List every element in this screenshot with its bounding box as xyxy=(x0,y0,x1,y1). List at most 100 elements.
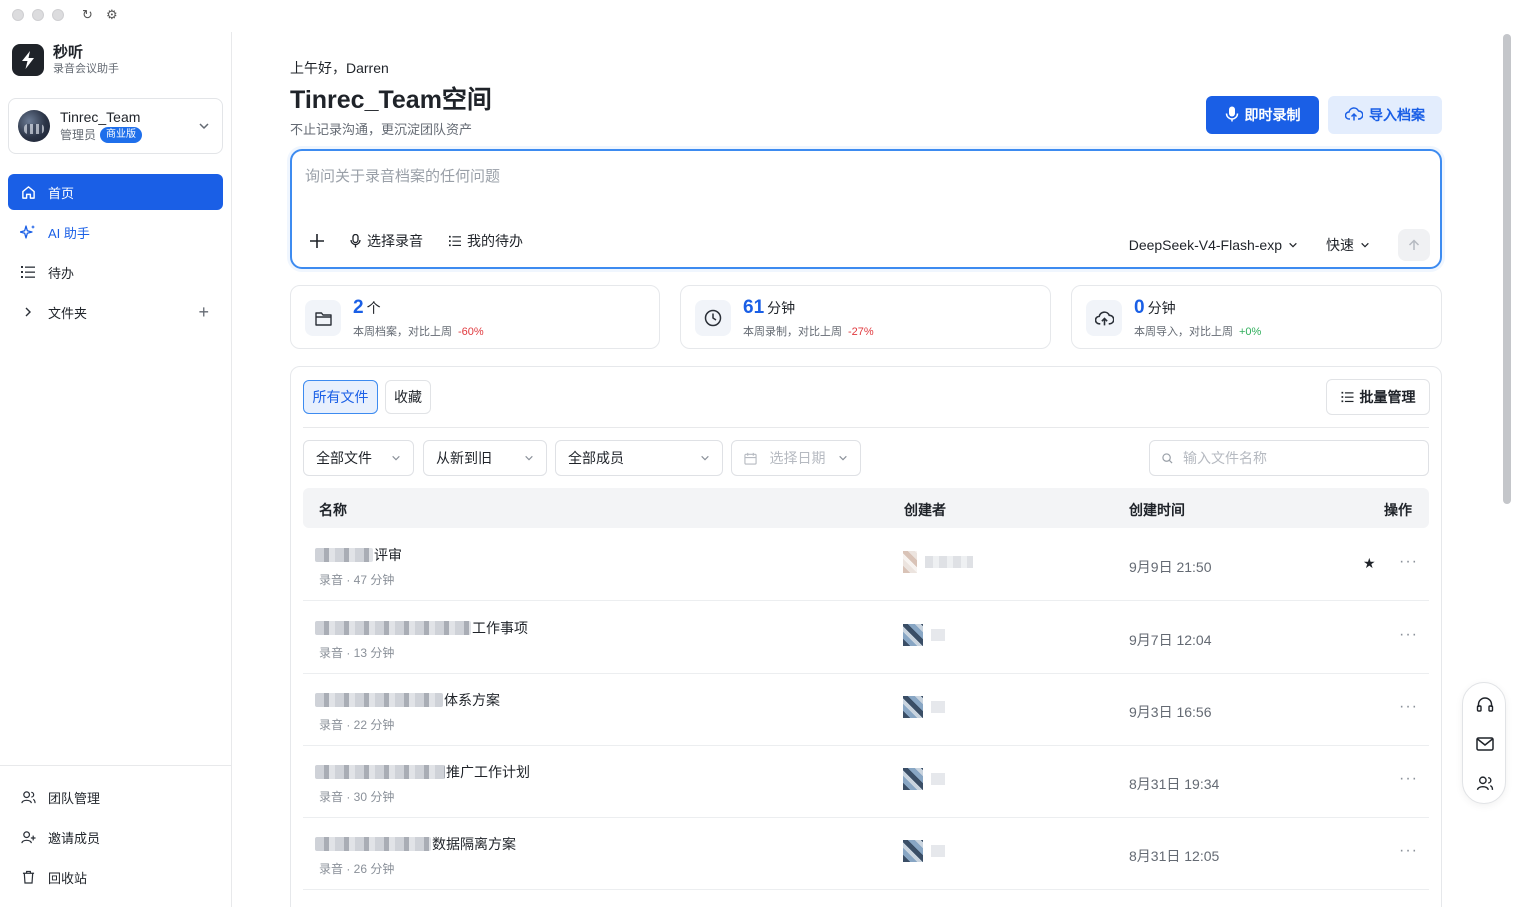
plus-icon xyxy=(310,234,324,248)
mail-icon[interactable] xyxy=(1475,734,1495,754)
my-todos-button[interactable]: 我的待办 xyxy=(449,231,523,251)
brand: 秒听 录音会议助手 xyxy=(12,44,119,76)
table-row[interactable]: 数据隔离方案 录音 · 26 分钟 8月31日 12:05 ··· xyxy=(303,818,1429,890)
add-folder-icon[interactable]: + xyxy=(198,302,209,323)
nav-item-folders[interactable]: 文件夹 + xyxy=(8,294,223,330)
window-minimize-button[interactable] xyxy=(32,9,44,21)
sidebar: 秒听 录音会议助手 Tinrec_Team 管理员 商业版 首页 AI 助手 待… xyxy=(0,32,232,907)
mode-select[interactable]: 快速 xyxy=(1326,235,1370,255)
nav-item-label: 首页 xyxy=(48,185,75,201)
batch-manage-button[interactable]: 批量管理 xyxy=(1326,379,1430,415)
tab-all-files[interactable]: 所有文件 xyxy=(303,380,378,414)
stat-unit: 分钟 xyxy=(1147,300,1176,316)
window-close-button[interactable] xyxy=(12,9,24,21)
chevron-down-icon xyxy=(839,455,847,461)
nav-item-label: AI 助手 xyxy=(48,225,90,241)
redacted-text xyxy=(925,556,973,568)
file-name: 数据隔离方案 xyxy=(432,836,516,852)
list-icon xyxy=(449,235,461,247)
more-options-icon[interactable]: ··· xyxy=(1399,842,1418,860)
redacted-text xyxy=(931,773,945,785)
floating-support-bar xyxy=(1462,682,1506,804)
file-meta: 录音 · 22 分钟 xyxy=(319,718,395,732)
file-search-input[interactable]: 输入文件名称 xyxy=(1149,440,1429,476)
nav-item-team-management[interactable]: 团队管理 xyxy=(8,779,223,815)
team-icon xyxy=(20,789,36,805)
list-icon xyxy=(1341,391,1353,403)
window-zoom-button[interactable] xyxy=(52,9,64,21)
import-archive-button[interactable]: 导入档案 xyxy=(1328,96,1442,134)
chevron-right-icon xyxy=(20,304,36,320)
column-name: 名称 xyxy=(319,502,347,518)
created-time: 8月31日 12:05 xyxy=(1129,848,1220,864)
main-scrollbar[interactable] xyxy=(1503,34,1511,504)
settings-gear-icon[interactable]: ⚙ xyxy=(106,8,118,22)
select-recording-button[interactable]: 选择录音 xyxy=(350,231,423,251)
team-avatar xyxy=(18,110,50,142)
star-icon[interactable]: ★ xyxy=(1363,555,1376,572)
nav-item-ai-assistant[interactable]: AI 助手 xyxy=(8,214,223,250)
column-created-time: 创建时间 xyxy=(1129,502,1185,518)
headset-icon[interactable] xyxy=(1475,695,1495,715)
created-time: 9月3日 16:56 xyxy=(1129,704,1212,720)
more-options-icon[interactable]: ··· xyxy=(1399,553,1418,571)
add-attachment-button[interactable] xyxy=(310,234,324,248)
avatar xyxy=(903,840,923,862)
table-row[interactable]: 体系方案 录音 · 22 分钟 9月3日 16:56 ··· xyxy=(303,674,1429,746)
file-name: 工作事项 xyxy=(472,620,528,636)
stat-change: -60% xyxy=(458,326,484,338)
ask-input[interactable]: 询问关于录音档案的任何问题 xyxy=(305,165,500,186)
nav-item-trash[interactable]: 回收站 xyxy=(8,859,223,895)
main-content: 上午好，Darren Tinrec_Team空间 不止记录沟通，更沉淀团队资产 … xyxy=(232,32,1502,907)
more-options-icon[interactable]: ··· xyxy=(1399,698,1418,716)
stat-desc: 本周录制，对比上周 xyxy=(743,326,842,338)
file-meta: 录音 · 13 分钟 xyxy=(319,646,395,660)
app-name: 秒听 xyxy=(53,44,84,61)
community-icon[interactable] xyxy=(1475,773,1495,793)
nav-item-home[interactable]: 首页 xyxy=(8,174,223,210)
team-name: Tinrec_Team xyxy=(60,109,141,125)
creator xyxy=(903,624,945,646)
more-options-icon[interactable]: ··· xyxy=(1399,770,1418,788)
file-type-select[interactable]: 全部文件 xyxy=(303,440,414,476)
creator xyxy=(903,696,945,718)
table-row[interactable]: 工作事项 录音 · 13 分钟 9月7日 12:04 ··· xyxy=(303,602,1429,674)
date-picker[interactable]: 选择日期 xyxy=(731,440,861,476)
nav-item-todos[interactable]: 待办 xyxy=(8,254,223,290)
nav-item-invite-members[interactable]: 邀请成员 xyxy=(8,819,223,855)
chevron-down-icon xyxy=(198,119,210,135)
nav-item-label: 邀请成员 xyxy=(48,830,101,846)
greeting: 上午好，Darren xyxy=(290,60,389,76)
reload-icon[interactable]: ↻ xyxy=(82,8,93,22)
instant-record-button[interactable]: 即时录制 xyxy=(1206,96,1319,134)
sort-select[interactable]: 从新到旧 xyxy=(423,440,547,476)
column-creator: 创建者 xyxy=(904,502,946,518)
team-switcher[interactable]: Tinrec_Team 管理员 商业版 xyxy=(8,98,223,154)
ask-box[interactable]: 询问关于录音档案的任何问题 选择录音 我的待办 DeepSeek-V4-Flas… xyxy=(290,149,1442,269)
redacted-text xyxy=(315,548,373,562)
folder-icon xyxy=(305,300,341,336)
plan-badge: 商业版 xyxy=(100,127,143,143)
tab-favorites[interactable]: 收藏 xyxy=(385,380,431,414)
table-row[interactable]: 评审 录音 · 47 分钟 9月9日 21:50 ★ ··· xyxy=(303,529,1429,601)
table-row[interactable]: 推广工作计划 录音 · 30 分钟 8月31日 19:34 ··· xyxy=(303,746,1429,818)
creator xyxy=(903,840,945,862)
stat-unit: 个 xyxy=(366,300,381,316)
app-subtitle: 录音会议助手 xyxy=(53,63,119,75)
created-time: 9月7日 12:04 xyxy=(1129,632,1212,648)
redacted-text xyxy=(315,765,445,779)
send-button[interactable] xyxy=(1398,229,1430,261)
stat-card-recordings: 61 分钟 本周录制，对比上周 -27% xyxy=(680,285,1051,349)
search-icon xyxy=(1162,452,1173,464)
page-subtitle: 不止记录沟通，更沉淀团队资产 xyxy=(290,122,473,137)
redacted-text xyxy=(931,629,945,641)
sparkle-icon xyxy=(20,224,36,240)
created-time: 9月9日 21:50 xyxy=(1129,559,1212,575)
cloud-upload-icon xyxy=(1086,300,1122,336)
more-options-icon[interactable]: ··· xyxy=(1399,626,1418,644)
redacted-text xyxy=(315,837,431,851)
member-select[interactable]: 全部成员 xyxy=(555,440,723,476)
model-select[interactable]: DeepSeek-V4-Flash-exp xyxy=(1129,237,1298,253)
file-meta: 录音 · 47 分钟 xyxy=(319,573,395,587)
avatar xyxy=(903,624,923,646)
